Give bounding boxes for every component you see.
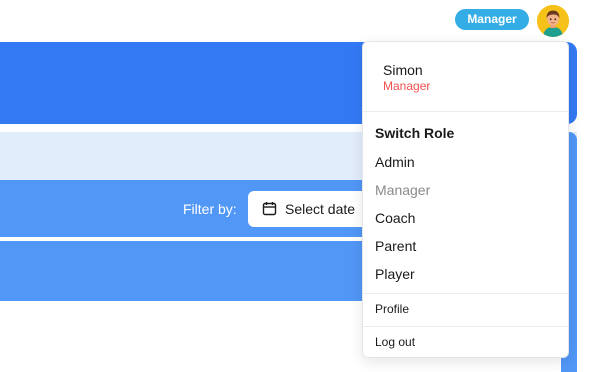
profile-link[interactable]: Profile [375,302,409,316]
role-option-player[interactable]: Player [375,266,415,282]
user-menu-dropdown: Simon Manager Switch Role Admin Manager … [362,41,569,358]
menu-divider [363,326,568,327]
top-bar: Manager [0,0,589,42]
role-option-manager[interactable]: Manager [375,182,430,198]
role-option-admin[interactable]: Admin [375,154,415,170]
switch-role-heading: Switch Role [375,125,455,141]
filter-label: Filter by: [183,201,237,217]
user-name: Simon [383,62,423,78]
menu-divider [363,293,568,294]
role-badge[interactable]: Manager [455,9,529,30]
logout-link[interactable]: Log out [375,335,415,349]
role-option-coach[interactable]: Coach [375,210,415,226]
menu-divider [363,111,568,112]
select-date-label: Select date [285,201,356,217]
user-role: Manager [383,79,431,93]
role-option-parent[interactable]: Parent [375,238,416,254]
user-avatar-icon[interactable] [537,5,569,37]
calendar-icon [262,201,277,221]
